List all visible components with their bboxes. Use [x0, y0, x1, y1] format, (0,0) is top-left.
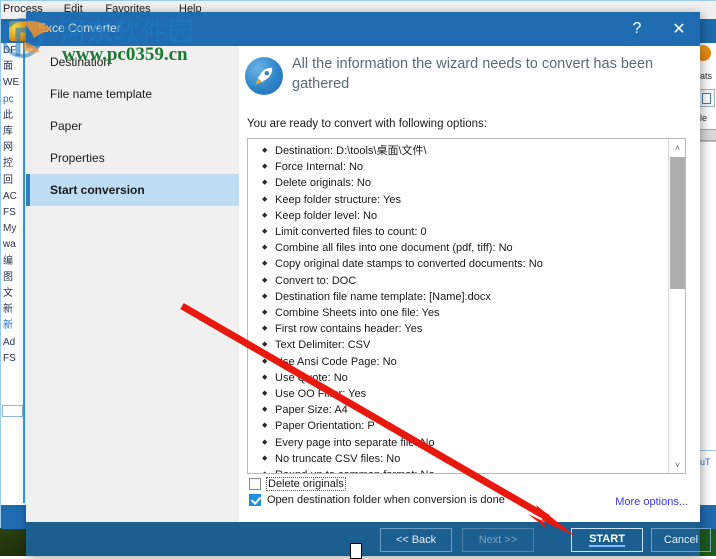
more-options-link[interactable]: More options...	[615, 496, 688, 508]
list-item: Paper Size: A4	[262, 402, 682, 418]
options-scrollbar[interactable]: ˄ ˅	[668, 139, 685, 473]
list-item: Destination file name template: [Name].d…	[262, 289, 682, 305]
bg-tree-item[interactable]: 此	[1, 108, 23, 124]
bg-tree-item[interactable]: Ad	[1, 335, 23, 351]
converter-wizard-dialog: Exce Converter ? ✕ Destination File name…	[26, 12, 711, 556]
bg-tree-item[interactable]: 图	[1, 270, 23, 286]
list-item: Every page into separate file: No	[262, 435, 682, 451]
list-item: Keep folder structure: Yes	[262, 192, 682, 208]
scroll-up-icon[interactable]: ˄	[669, 139, 685, 156]
bg-tree-item[interactable]: 网	[1, 140, 23, 156]
bg-tree-item[interactable]: 面	[1, 59, 23, 75]
list-item: Destination: D:\tools\桌面\文件\	[262, 143, 682, 159]
rocket-icon	[245, 57, 283, 95]
options-list: Destination: D:\tools\桌面\文件\ Force Inter…	[248, 139, 682, 473]
open-destination-folder-checkbox[interactable]: Open destination folder when conversion …	[249, 494, 505, 506]
wizard-step-sidebar: Destination File name template Paper Pro…	[26, 46, 239, 522]
sidebar-item-properties[interactable]: Properties	[26, 142, 239, 174]
list-item: Limit converted files to count: 0	[262, 224, 682, 240]
list-item: Keep folder level: No	[262, 208, 682, 224]
bg-tree-item[interactable]: DF	[1, 43, 23, 59]
delete-originals-label: Delete originals	[266, 477, 346, 491]
background-tree-pane[interactable]: DF 面 WE pc 此库网控回 AC FS My wa 编图文新新 Ad FS	[1, 43, 25, 503]
list-item: First row contains header: Yes	[262, 321, 682, 337]
bg-tree-item[interactable]: FS	[1, 205, 23, 221]
list-item: Paper Orientation: P	[262, 418, 682, 434]
bg-tree-item[interactable]: pc	[1, 92, 23, 108]
bg-tree-item[interactable]: WE	[1, 75, 23, 91]
list-item: Use OO Filter: Yes	[262, 386, 682, 402]
list-item: Round up to common format: No	[262, 467, 682, 473]
sidebar-item-file-name-template[interactable]: File name template	[26, 78, 239, 110]
bg-tree-item[interactable]: FS	[1, 351, 23, 367]
dialog-footer: << Back Next >> START Cancel	[26, 522, 711, 556]
bg-tree-item[interactable]: 控	[1, 156, 23, 172]
sidebar-item-start-conversion[interactable]: Start conversion	[26, 174, 239, 206]
list-item: No truncate CSV files: No	[262, 451, 682, 467]
next-button-label: Next >>	[478, 534, 518, 546]
cancel-button-label: Cancel	[663, 534, 699, 546]
mouse-cursor	[350, 543, 362, 559]
start-button-label: START	[589, 533, 625, 547]
open-destination-folder-label: Open destination folder when conversion …	[267, 494, 505, 506]
wizard-heading: All the information the wizard needs to …	[292, 56, 654, 92]
list-item: Convert to: DOC	[262, 273, 682, 289]
bg-tree-item[interactable]: 新	[1, 318, 23, 334]
dialog-content-pane: All the information the wizard needs to …	[239, 46, 700, 554]
list-item: Text Delimiter: CSV	[262, 337, 682, 353]
bg-tree-item[interactable]: 编	[1, 254, 23, 270]
bg-tree-item[interactable]: 文	[1, 286, 23, 302]
list-item: Combine all files into one document (pdf…	[262, 240, 682, 256]
bg-tree-item[interactable]: 回	[1, 173, 23, 189]
list-item: Copy original date stamps to converted d…	[262, 256, 682, 272]
list-item: Use Quote: No	[262, 370, 682, 386]
list-item: Combine Sheets into one file: Yes	[262, 305, 682, 321]
checkbox-box-checked[interactable]	[249, 494, 261, 506]
list-item: Force Internal: No	[262, 159, 682, 175]
next-button: Next >>	[462, 528, 534, 552]
scroll-down-icon[interactable]: ˅	[669, 456, 685, 473]
dialog-titlebar[interactable]: Exce Converter ? ✕	[26, 12, 700, 46]
bg-tree-item[interactable]: AC	[1, 189, 23, 205]
start-button[interactable]: START	[571, 528, 643, 552]
bg-tree-item[interactable]: 库	[1, 124, 23, 140]
sidebar-item-paper[interactable]: Paper	[26, 110, 239, 142]
cancel-button[interactable]: Cancel	[651, 528, 711, 552]
scrollbar-thumb[interactable]	[670, 157, 685, 289]
options-summary-box[interactable]: Destination: D:\tools\桌面\文件\ Force Inter…	[247, 138, 686, 474]
close-icon[interactable]: ✕	[658, 12, 700, 46]
list-item: Use Ansi Code Page: No	[262, 354, 682, 370]
help-icon[interactable]: ?	[616, 12, 658, 46]
back-button[interactable]: << Back	[380, 528, 452, 552]
sidebar-item-destination[interactable]: Destination	[26, 46, 239, 78]
list-item: Delete originals: No	[262, 175, 682, 191]
back-button-label: << Back	[395, 534, 437, 546]
ready-instruction-text: You are ready to convert with following …	[247, 118, 487, 130]
checkbox-box[interactable]	[249, 478, 261, 490]
bg-tree-item[interactable]: My	[1, 221, 23, 237]
background-text-input[interactable]	[2, 405, 23, 417]
bg-tree-item[interactable]: 新	[1, 302, 23, 318]
wizard-header: All the information the wizard needs to …	[239, 46, 700, 108]
delete-originals-checkbox[interactable]: Delete originals	[249, 477, 346, 491]
bg-tree-item[interactable]: wa	[1, 237, 23, 253]
dialog-title: Exce Converter	[38, 21, 121, 35]
